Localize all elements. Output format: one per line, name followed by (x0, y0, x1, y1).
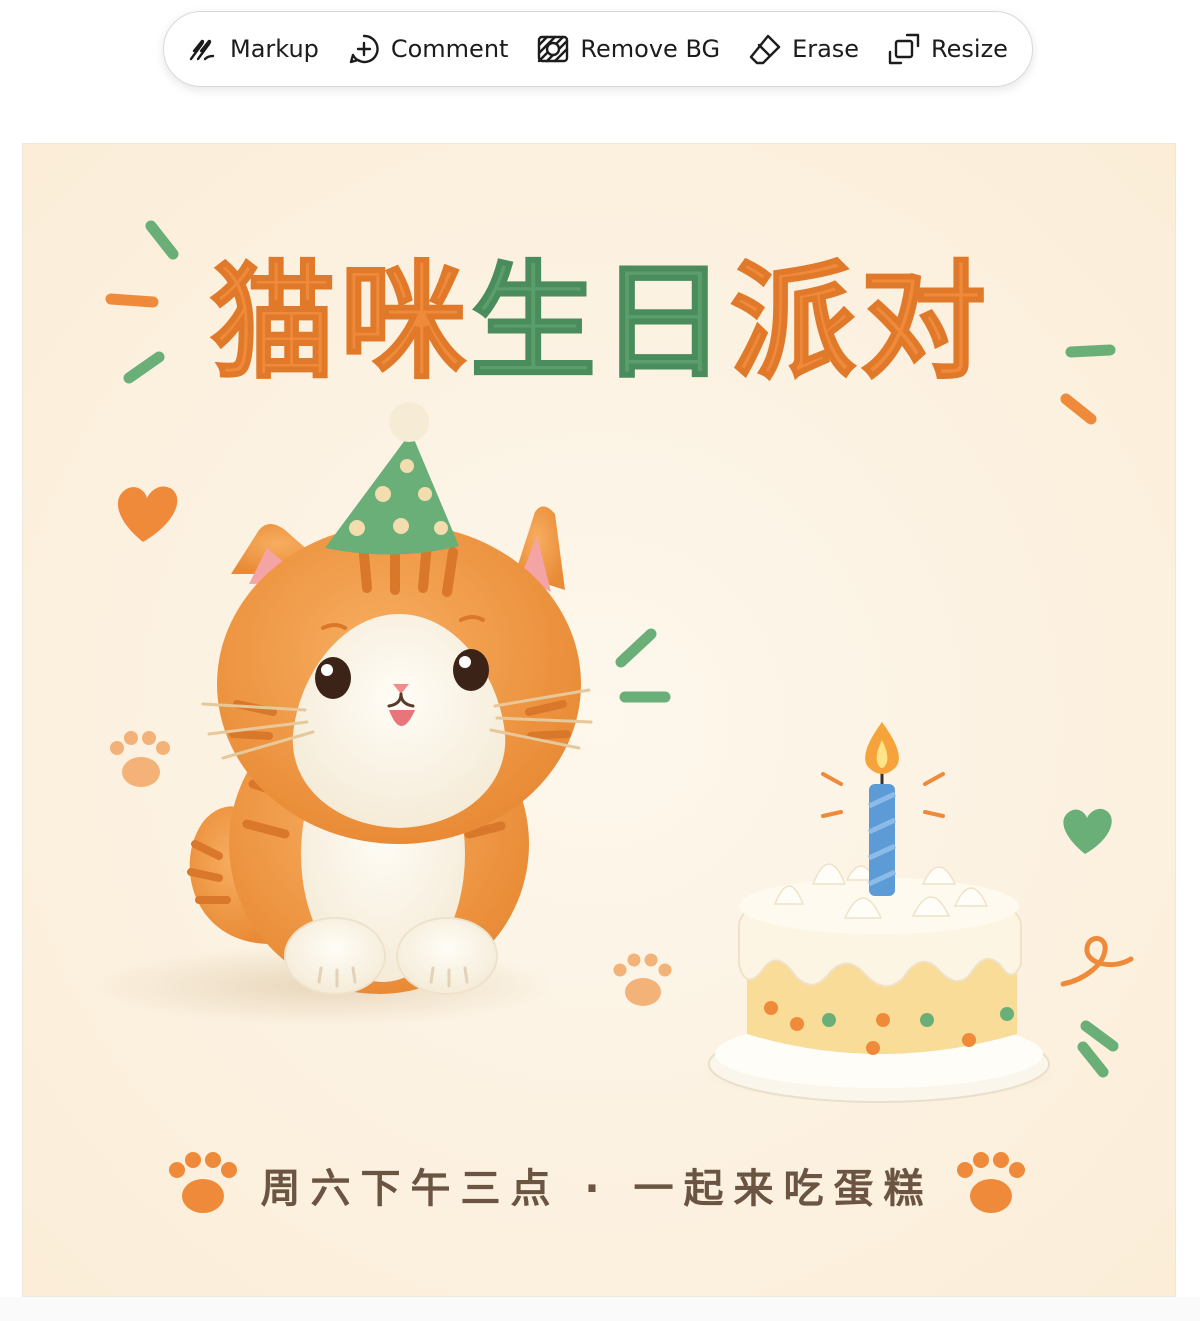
poster-title: 猫咪生日派对 (210, 249, 990, 396)
markup-button[interactable]: Markup (180, 26, 325, 72)
comment-label: Comment (390, 35, 509, 63)
image-edit-toolbar: Markup Comment Remove BG Erase Resize (163, 11, 1033, 87)
remove-bg-button[interactable]: Remove BG (530, 26, 726, 72)
comment-plus-icon (349, 34, 379, 64)
eraser-icon (749, 34, 781, 65)
title-part-3: 派对 (730, 249, 990, 396)
title-part-2: 生日 (470, 249, 730, 396)
erase-label: Erase (792, 35, 860, 63)
markup-label: Markup (230, 35, 319, 63)
comment-button[interactable]: Comment (341, 26, 515, 72)
resize-icon (888, 33, 920, 65)
erase-button[interactable]: Erase (742, 26, 865, 72)
resize-button[interactable]: Resize (881, 26, 1014, 72)
birthday-poster-image: 猫咪生日派对 周六下午三点 · 一起来吃蛋糕 (23, 144, 1175, 1296)
bottom-edge (0, 1297, 1200, 1321)
resize-label: Resize (931, 35, 1008, 63)
remove-background-icon (538, 35, 569, 63)
title-part-1: 猫咪 (210, 249, 470, 396)
markup-pen-icon (189, 39, 215, 61)
remove-bg-label: Remove BG (580, 35, 721, 63)
image-canvas[interactable]: 猫咪生日派对 周六下午三点 · 一起来吃蛋糕 (22, 143, 1176, 1297)
poster-caption: 周六下午三点 · 一起来吃蛋糕 (260, 1166, 933, 1212)
